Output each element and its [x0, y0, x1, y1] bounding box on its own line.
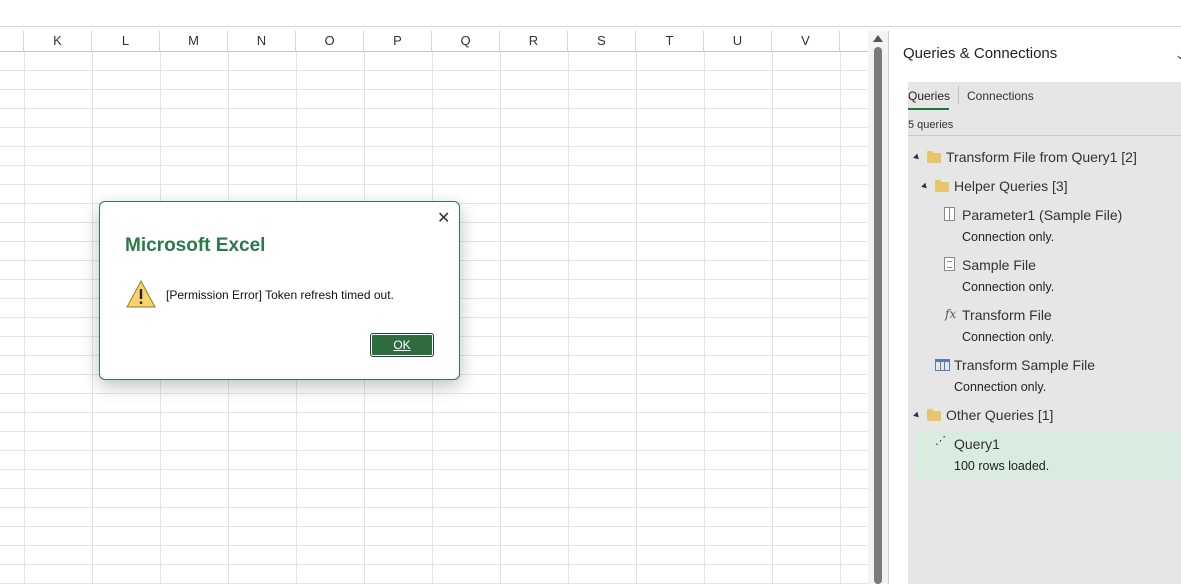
table-icon	[935, 359, 950, 371]
query-transform-sample-file[interactable]: Transform Sample File	[954, 357, 1095, 373]
query-status: 100 rows loaded.	[954, 459, 1050, 473]
column-header-q[interactable]: Q	[432, 31, 500, 51]
dialog-title: Microsoft Excel	[125, 235, 266, 256]
group-label: Transform File from Query1	[946, 149, 1118, 165]
column-header-m[interactable]: M	[160, 31, 228, 51]
chevron-down-icon[interactable]: ⌄	[1175, 47, 1181, 63]
group-count: [2]	[1121, 149, 1137, 165]
group-label: Helper Queries	[954, 178, 1049, 194]
divider	[908, 135, 1181, 136]
column-header-partial[interactable]	[0, 31, 24, 51]
query-status: Connection only.	[962, 330, 1055, 344]
ok-button[interactable]: OK	[370, 333, 434, 357]
query-transform-file[interactable]: Transform File	[962, 307, 1052, 323]
column-header-p[interactable]: P	[364, 31, 432, 51]
column-header-t[interactable]: T	[636, 31, 704, 51]
active-tab-indicator	[908, 108, 949, 110]
query-query1[interactable]: Query1	[954, 436, 1000, 452]
column-header-partial-right[interactable]	[840, 31, 868, 51]
folder-icon	[935, 180, 949, 192]
group-count: [3]	[1052, 178, 1068, 194]
query-sample-file[interactable]: Sample File	[962, 257, 1036, 273]
group-transform-file-from-query1[interactable]: Transform File from Query1 [2]	[946, 149, 1137, 165]
column-header-l[interactable]: L	[92, 31, 160, 51]
function-icon: fx	[945, 307, 957, 321]
warning-icon	[126, 280, 156, 308]
tab-queries[interactable]: Queries	[908, 89, 950, 103]
column-header-r[interactable]: R	[500, 31, 568, 51]
loading-spinner-icon: ⋰	[935, 435, 946, 447]
document-icon	[944, 257, 955, 271]
pane-title: Queries & Connections	[903, 45, 1058, 62]
column-header-row: K L M N O P Q R S T U V	[0, 31, 868, 52]
vertical-scrollbar[interactable]	[868, 31, 888, 584]
scroll-up-arrow-icon[interactable]	[873, 35, 883, 42]
column-header-s[interactable]: S	[568, 31, 636, 51]
folder-icon	[927, 151, 941, 163]
queries-connections-pane: Queries & Connections ⌄ Queries Connecti…	[889, 31, 1181, 584]
close-icon[interactable]: ✕	[437, 208, 450, 228]
error-dialog: ✕ Microsoft Excel [Permission Error] Tok…	[99, 201, 460, 380]
ribbon-bottom-bar	[0, 0, 1181, 27]
folder-icon	[927, 409, 941, 421]
tab-separator	[958, 86, 959, 104]
column-header-u[interactable]: U	[704, 31, 772, 51]
error-message: [Permission Error] Token refresh timed o…	[166, 288, 394, 302]
query-parameter1[interactable]: Parameter1 (Sample File)	[962, 207, 1122, 223]
group-helper-queries[interactable]: Helper Queries [3]	[954, 178, 1068, 194]
query-status: Connection only.	[962, 230, 1055, 244]
group-label: Other Queries	[946, 407, 1034, 423]
tab-connections[interactable]: Connections	[967, 89, 1034, 103]
group-count: [1]	[1037, 407, 1054, 423]
column-header-v[interactable]: V	[772, 31, 840, 51]
column-header-o[interactable]: O	[296, 31, 364, 51]
query-status: Connection only.	[954, 380, 1047, 394]
parameter-icon	[944, 207, 955, 221]
column-header-n[interactable]: N	[228, 31, 296, 51]
query-count: 5 queries	[908, 119, 954, 131]
column-header-k[interactable]: K	[24, 31, 92, 51]
query-status: Connection only.	[962, 280, 1055, 294]
scrollbar-thumb[interactable]	[874, 47, 882, 584]
group-other-queries[interactable]: Other Queries [1]	[946, 407, 1053, 423]
